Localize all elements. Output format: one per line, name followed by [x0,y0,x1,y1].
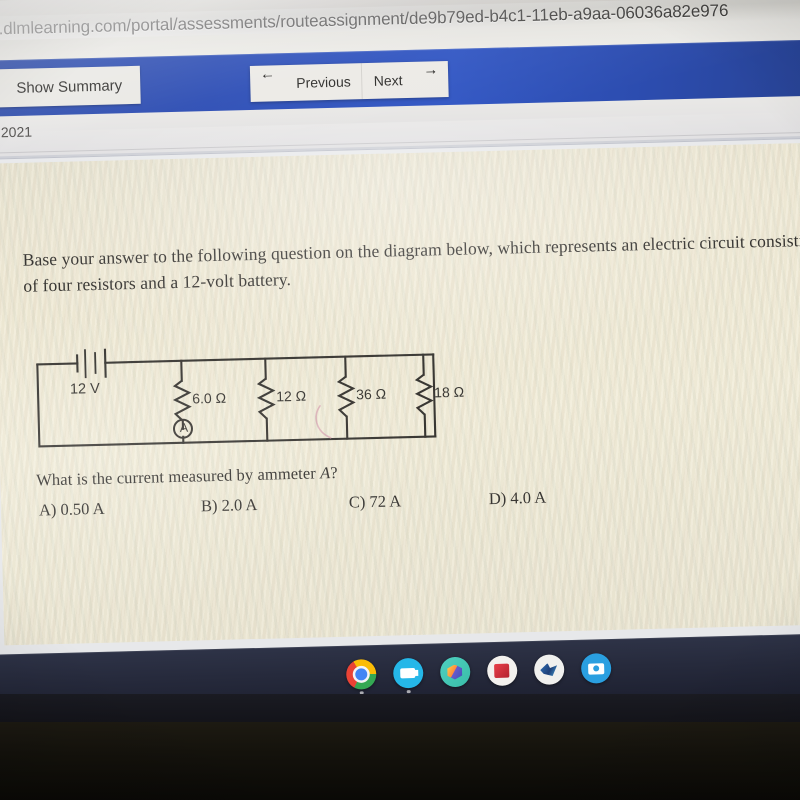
answer-choice-c-letter: C) [348,492,366,512]
question-page-frame: Base your answer to the following questi… [0,137,800,661]
circuit-svg [36,347,437,448]
question-prompt-pre: What is the current measured by ammeter [36,463,321,490]
resistor-label-4: 18 Ω [433,383,465,401]
resistor-label-3: 36 Ω [355,385,387,403]
photo-of-chromebook-screen: Slide Show - Phys Electricity Test plus.… [0,0,800,800]
answer-choice-d[interactable]: D) 4.0 A [489,488,547,509]
ammeter-label: A [179,420,189,435]
previous-button[interactable]: Previous [285,63,362,101]
resistor-label-1: 6.0 Ω [192,389,227,407]
next-arrow-icon[interactable]: → [413,61,449,98]
answer-choice-b-text: 2.0 A [221,494,258,515]
address-bar-url: plus.dlmlearning.com/portal/assessments/… [0,0,729,40]
next-button[interactable]: Next [362,62,414,99]
question-prompt-symbol: A [319,463,331,483]
laptop-body [0,722,800,800]
question-stem: Base your answer to the following questi… [22,229,800,296]
answer-choice-d-letter: D) [488,488,507,509]
chrome-icon[interactable] [345,659,377,695]
blue-bird-app-icon[interactable] [533,654,565,685]
red-app-icon[interactable] [486,655,518,687]
answer-choice-a-text: 0.50 A [60,498,105,519]
answer-choice-b-letter: B) [200,495,218,516]
answer-choice-b[interactable]: B) 2.0 A [201,493,349,517]
answer-choice-d-text: 4.0 A [510,487,547,508]
resistor-label-2: 12 Ω [276,387,307,405]
question-prompt: What is the current measured by ammeter … [36,463,338,491]
answer-choices: A) 0.50 A B) 2.0 A C) 72 A D) 4.0 A [39,485,639,520]
cube-app-icon[interactable] [439,656,471,688]
question-prompt-post: ? [330,462,338,483]
assessment-title: st Spr 2021 [0,123,33,142]
question-navigation: ← Previous Next → [249,60,449,102]
answer-choice-a[interactable]: A) 0.50 A [39,496,201,520]
answer-choice-c-text: 72 A [369,491,402,512]
scanned-worksheet: Base your answer to the following questi… [0,142,800,646]
circuit-diagram: 12 V 6.0 Ω 12 Ω 36 Ω 18 Ω A [33,340,466,461]
previous-arrow-icon[interactable]: ← [250,65,286,102]
camera-screenshot-icon[interactable] [580,653,612,684]
answer-choice-a-letter: A) [38,500,57,520]
show-summary-label: Show Summary [16,76,123,97]
meet-video-icon[interactable] [392,657,424,694]
battery-voltage-label: 12 V [69,380,101,398]
answer-choice-c[interactable]: C) 72 A [349,489,489,513]
show-summary-button[interactable]: Show Summary [0,65,141,109]
chromebook-screen: Slide Show - Phys Electricity Test plus.… [0,0,800,723]
